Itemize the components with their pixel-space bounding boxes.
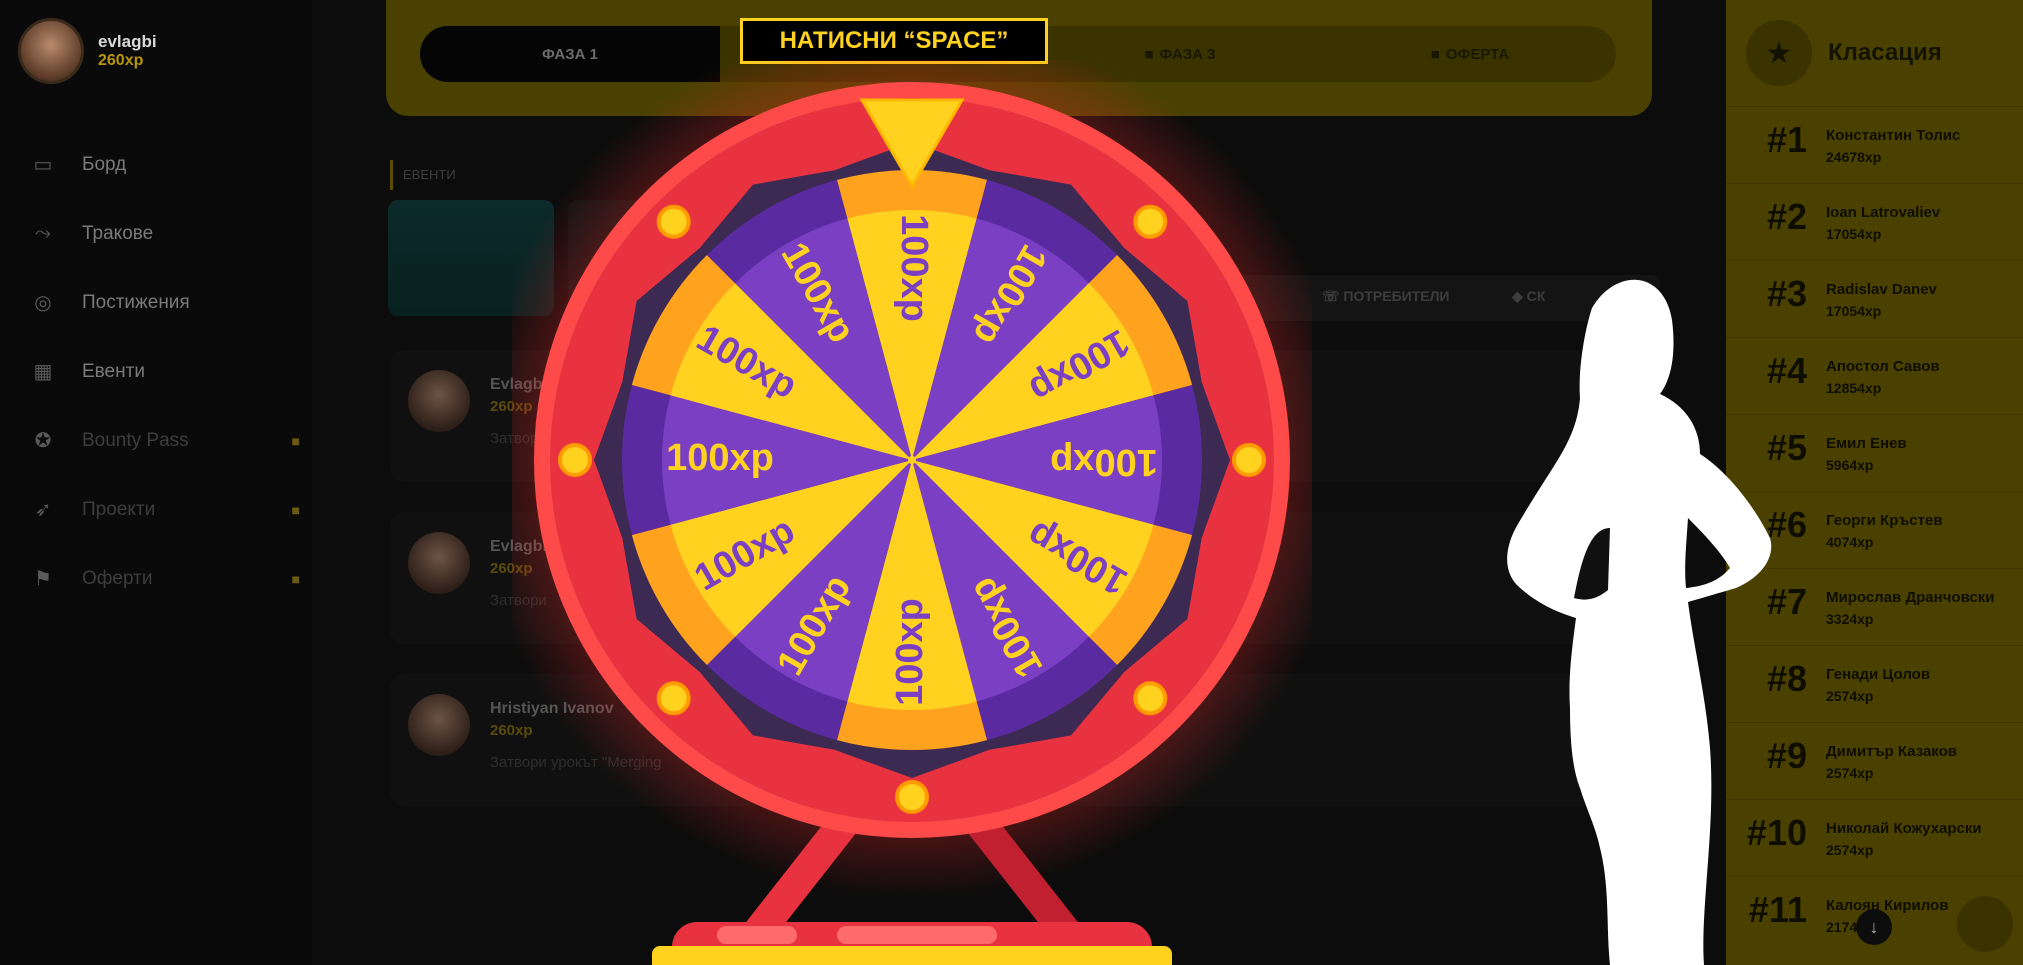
sidebar-item-label: Евенти (82, 360, 145, 382)
sidebar-item-achievements[interactable]: ◎ Постижения (30, 268, 300, 337)
chat-button[interactable] (1957, 896, 2013, 952)
leaderboard-title: Класация (1828, 39, 1942, 66)
profile-name: evlagbi (98, 32, 157, 51)
section-label-events: ЕВЕНТИ (390, 160, 456, 190)
leaderboard-name: Емил Енев (1826, 435, 1907, 452)
leaderboard-row[interactable]: #2 Ioan Latrovaliev 17054xp (1726, 183, 2023, 261)
sidebar-item-bounty-pass[interactable]: ✪ Bounty Pass ■ (30, 406, 300, 475)
tab-label: ПОТРЕБИТЕЛИ (1343, 288, 1450, 304)
sidebar-item-tracks[interactable]: ⤳ Тракове (30, 199, 300, 268)
leaderboard-name: Димитър Казаков (1826, 743, 1957, 760)
star-badge-icon: ✪ (34, 430, 52, 452)
leaderboard-name: Мирослав Дранчовски (1826, 589, 1995, 606)
scroll-down-button[interactable]: ↓ (1856, 909, 1892, 945)
leaderboard-name: Константин Толис (1826, 127, 1961, 144)
sidebar-item-label: Постижения (82, 291, 190, 313)
target-icon: ◎ (34, 292, 52, 314)
calendar-icon: ▦ (33, 361, 53, 383)
leaderboard-name: Николай Кожухарски (1826, 820, 1982, 837)
leaderboard-row[interactable]: #1 Константин Толис 24678xp (1726, 106, 2023, 184)
sidebar-item-label: Борд (82, 153, 127, 175)
sidebar-item-projects[interactable]: ➶ Проекти ■ (30, 475, 300, 544)
sidebar-item-label: Bounty Pass (82, 429, 189, 451)
sidebar-item-board[interactable]: ▭ Борд (30, 130, 300, 199)
leaderboard-name: Калоян Кирилов (1826, 897, 1949, 914)
leaderboard-xp: 24678xp (1826, 149, 1882, 165)
sidebar-item-label: Проекти (82, 498, 156, 520)
avatar[interactable] (18, 18, 84, 84)
sidebar-nav: ▭ Борд ⤳ Тракове ◎ Постижения ▦ Евенти ✪… (30, 130, 300, 613)
board-icon: ▭ (33, 154, 53, 176)
wheel-hub (908, 456, 916, 464)
wheel-light (1133, 681, 1168, 716)
sidebar: evlagbi 260xp ▭ Борд ⤳ Тракове ◎ Постиже… (0, 0, 312, 965)
tracks-icon: ⤳ (35, 222, 51, 244)
leaderboard-name: Генади Цолов (1826, 666, 1931, 683)
flag-icon: ⚑ (34, 568, 52, 590)
wheel-light (1133, 204, 1168, 239)
sidebar-item-label: Тракове (82, 222, 154, 244)
sidebar-item-label: Оферти (82, 567, 153, 589)
leaderboard-name: Radislav Danev (1826, 281, 1937, 298)
lock-icon: ■ (1430, 45, 1440, 63)
tab-users[interactable]: ☏ ПОТРЕБИТЕЛИ (1322, 288, 1450, 305)
prize-wheel[interactable]: 100xp 100xp100xp100xp100xp100xp100xp100xp… (512, 60, 1312, 965)
leaderboard-xp: 17054xp (1826, 303, 1882, 319)
sidebar-item-offers[interactable]: ⚑ Оферти ■ (30, 544, 300, 613)
leaderboard-xp: 4074xp (1826, 534, 1874, 550)
avatar[interactable] (408, 370, 470, 432)
profile-xp: 260xp (98, 52, 144, 69)
wheel-light (656, 681, 691, 716)
wheel-light (1232, 443, 1266, 477)
wheel-light (656, 204, 691, 239)
leaderboard-name: Ioan Latrovaliev (1826, 204, 1941, 221)
leaderboard-xp: 5964xp (1826, 457, 1874, 473)
avatar[interactable] (408, 694, 470, 756)
leaderboard-xp: 17054xp (1826, 226, 1882, 242)
tab-offer[interactable]: ■ ОФЕРТА (1370, 26, 1570, 82)
person-silhouette (1507, 279, 1772, 965)
leaderboard-xp: 2574xp (1826, 688, 1874, 704)
leaderboard-name: Апостол Савов (1826, 358, 1940, 375)
user-profile[interactable]: evlagbi 260xp (18, 18, 157, 84)
leaderboard-header: ★ Класация (1746, 20, 1942, 86)
press-space-prompt: НАТИСНИ “SPACE” (740, 18, 1048, 64)
leaderboard-xp: 12854xp (1826, 380, 1882, 396)
wheel-segment-label: 100xp (1050, 441, 1158, 483)
tab-label: ОФЕРТА (1445, 45, 1510, 63)
leaderboard-name: Георги Кръстев (1826, 512, 1943, 529)
wheel-light (895, 780, 929, 814)
sidebar-item-events[interactable]: ▦ Евенти (30, 337, 300, 406)
leaderboard-xp: 3324xp (1826, 611, 1874, 627)
lock-icon: ■ (291, 432, 300, 449)
wheel-light (558, 443, 592, 477)
rocket-icon: ➶ (34, 499, 52, 521)
leaderboard-xp: 2574xp (1826, 765, 1874, 781)
wheel-segment-label: 100xp (666, 437, 774, 479)
wheel-segment-label: 100xp (893, 214, 935, 322)
avatar[interactable] (408, 532, 470, 594)
leaderboard-rank: #2 (1766, 196, 1807, 237)
leaderboard-xp: 2574xp (1826, 842, 1874, 858)
lock-icon: ■ (291, 570, 300, 587)
phone-icon: ☏ (1322, 288, 1344, 304)
leaderboard-rank: #1 (1766, 119, 1807, 160)
star-icon: ★ (1746, 20, 1812, 86)
wheel-segment-label: 100xp (889, 598, 931, 706)
lock-icon: ■ (291, 501, 300, 518)
